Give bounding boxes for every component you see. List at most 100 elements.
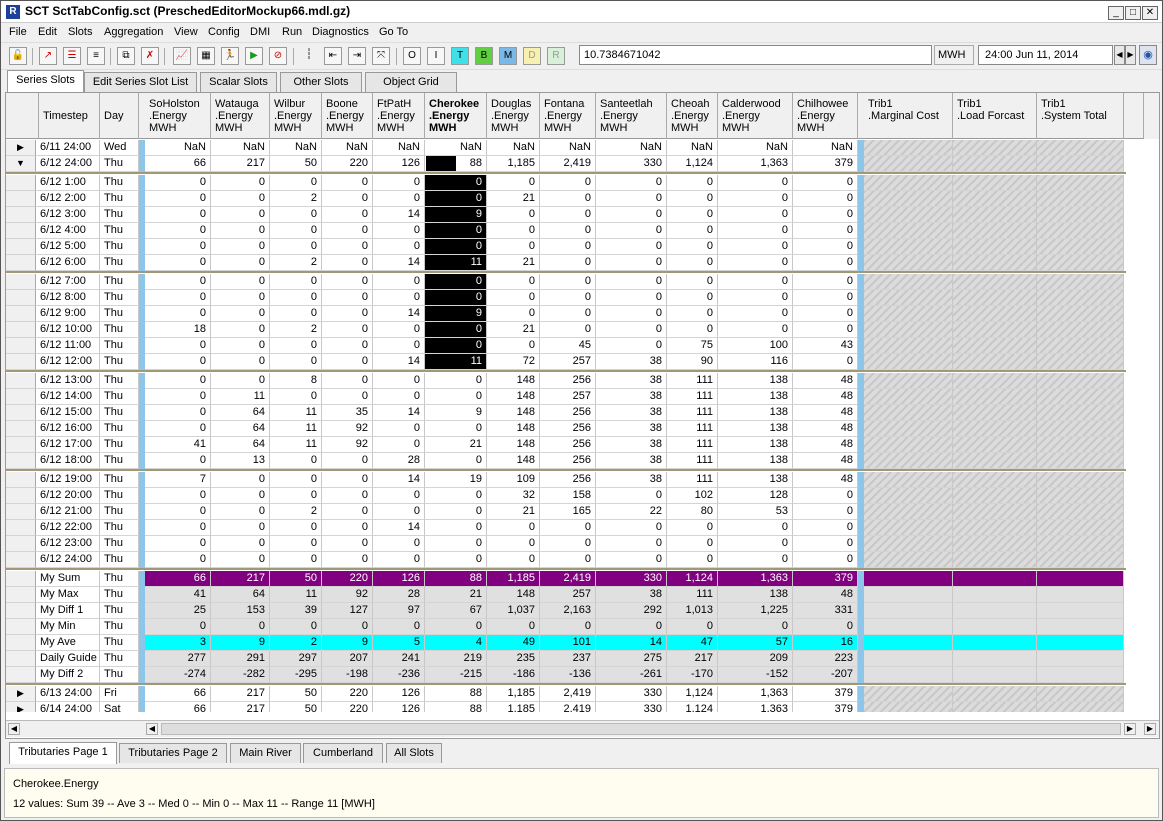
cell-trib1[interactable]: [953, 175, 1037, 191]
cell-wilbur[interactable]: -295: [270, 667, 322, 683]
cell-watauga[interactable]: 217: [211, 702, 270, 712]
cell-trib1[interactable]: [1037, 520, 1124, 536]
table-row[interactable]: 6/12 16:00 Thu 0 64 11 92 0 0 148 256 38 111 138 48: [6, 421, 1159, 437]
cell-ftpath[interactable]: 14: [373, 405, 425, 421]
cell-watauga[interactable]: 0: [211, 619, 270, 635]
table-row[interactable]: 6/12 15:00 Thu 0 64 11 35 14 9 148 256 38 111 138 48: [6, 405, 1159, 421]
cell-wilbur[interactable]: 2: [270, 191, 322, 207]
cell-cheoah[interactable]: 1,124: [667, 156, 718, 172]
scroll-left-icon-2[interactable]: ◀: [146, 723, 158, 735]
cell-douglas[interactable]: 0: [487, 239, 540, 255]
cell-chilhowee[interactable]: 0: [793, 322, 858, 338]
cell-calderwood[interactable]: 57: [718, 635, 793, 651]
cell-trib1[interactable]: [1037, 571, 1124, 587]
header-wilbur-energy[interactable]: Wilbur .Energy MWH: [270, 93, 322, 139]
cell-trib1[interactable]: [953, 156, 1037, 172]
table-row[interactable]: My Ave Thu 3 9 2 9 5 4 49 101 14 47 57 16: [6, 635, 1159, 651]
cell-trib1[interactable]: [1037, 702, 1124, 712]
cell-douglas[interactable]: 0: [487, 175, 540, 191]
cell-santeetlah[interactable]: 22: [596, 504, 667, 520]
cell-trib1[interactable]: [953, 520, 1037, 536]
cell-douglas[interactable]: 1,185: [487, 702, 540, 712]
cell-douglas[interactable]: 0: [487, 207, 540, 223]
cell-boone[interactable]: 127: [322, 603, 373, 619]
cell-calderwood[interactable]: 1,363: [718, 686, 793, 702]
table-row[interactable]: 6/12 9:00 Thu 0 0 0 0 14 9 0 0 0 0 0 0: [6, 306, 1159, 322]
cell-ftpath[interactable]: 126: [373, 156, 425, 172]
cell-calderwood[interactable]: 0: [718, 536, 793, 552]
cell-calderwood[interactable]: 138: [718, 453, 793, 469]
cell-trib1[interactable]: [864, 552, 953, 568]
cell-boone[interactable]: -198: [322, 667, 373, 683]
cell-calderwood[interactable]: -152: [718, 667, 793, 683]
header-santeetlah-energy[interactable]: Santeetlah .Energy MWH: [596, 93, 667, 139]
cell-cheoah[interactable]: 75: [667, 338, 718, 354]
cell-watauga[interactable]: 0: [211, 354, 270, 370]
tab-object-grid[interactable]: Object Grid: [365, 72, 457, 92]
cell-cheoah[interactable]: 111: [667, 472, 718, 488]
cell-douglas[interactable]: NaN: [487, 140, 540, 156]
fit-height-icon[interactable]: ⇥: [348, 47, 366, 65]
cell-wilbur[interactable]: 50: [270, 686, 322, 702]
cell-fontana[interactable]: 256: [540, 472, 596, 488]
cell-santeetlah[interactable]: 330: [596, 571, 667, 587]
cell-trib1[interactable]: [953, 290, 1037, 306]
cell-trib1[interactable]: [1037, 421, 1124, 437]
cell-trib1[interactable]: [953, 504, 1037, 520]
cell-watauga[interactable]: 0: [211, 536, 270, 552]
cell-santeetlah[interactable]: 0: [596, 520, 667, 536]
cell-trib1[interactable]: [953, 405, 1037, 421]
cell-ftpath[interactable]: 0: [373, 536, 425, 552]
cell-cherokee[interactable]: 88: [425, 702, 487, 712]
cell-douglas[interactable]: 0: [487, 223, 540, 239]
cell-chilhowee[interactable]: 379: [793, 702, 858, 712]
cell-fontana[interactable]: 0: [540, 175, 596, 191]
header-calderwood-energy[interactable]: Calderwood .Energy MWH: [718, 93, 793, 139]
cell-chilhowee[interactable]: 48: [793, 389, 858, 405]
cell-soholston[interactable]: -274: [145, 667, 211, 683]
cell-trib1[interactable]: [953, 667, 1037, 683]
cell-trib1[interactable]: [1037, 175, 1124, 191]
vertical-scrollbar[interactable]: [1144, 93, 1159, 139]
cell-calderwood[interactable]: 138: [718, 587, 793, 603]
cell-fontana[interactable]: 257: [540, 587, 596, 603]
table-row[interactable]: 6/12 13:00 Thu 0 0 8 0 0 0 148 256 38 111 138 48: [6, 373, 1159, 389]
cell-cherokee[interactable]: 0: [425, 175, 487, 191]
cell-boone[interactable]: 220: [322, 686, 373, 702]
cell-trib1[interactable]: [953, 472, 1037, 488]
cell-santeetlah[interactable]: 0: [596, 322, 667, 338]
cell-watauga[interactable]: 64: [211, 405, 270, 421]
cell-wilbur[interactable]: 0: [270, 472, 322, 488]
cell-fontana[interactable]: 0: [540, 322, 596, 338]
cell-calderwood[interactable]: 0: [718, 619, 793, 635]
table-row[interactable]: 6/12 24:00 Thu 0 0 0 0 0 0 0 0 0 0 0 0: [6, 552, 1159, 568]
cell-watauga[interactable]: 64: [211, 437, 270, 453]
cell-chilhowee[interactable]: 48: [793, 405, 858, 421]
cell-watauga[interactable]: 0: [211, 373, 270, 389]
cell-fontana[interactable]: 2,419: [540, 686, 596, 702]
cell-ftpath[interactable]: 0: [373, 223, 425, 239]
cell-cherokee[interactable]: 0: [425, 536, 487, 552]
cell-santeetlah[interactable]: 14: [596, 635, 667, 651]
cell-cheoah[interactable]: 0: [667, 175, 718, 191]
cell-trib1[interactable]: [864, 338, 953, 354]
cell-trib1[interactable]: [864, 686, 953, 702]
cell-trib1[interactable]: [953, 587, 1037, 603]
cell-ftpath[interactable]: 0: [373, 437, 425, 453]
cell-boone[interactable]: 0: [322, 306, 373, 322]
cell-trib1[interactable]: [953, 223, 1037, 239]
cell-santeetlah[interactable]: 38: [596, 405, 667, 421]
cell-calderwood[interactable]: 53: [718, 504, 793, 520]
table-row[interactable]: 6/12 10:00 Thu 18 0 2 0 0 0 21 0 0 0 0 0: [6, 322, 1159, 338]
cell-soholston[interactable]: 0: [145, 619, 211, 635]
cell-chilhowee[interactable]: 0: [793, 354, 858, 370]
cell-wilbur[interactable]: 2: [270, 635, 322, 651]
cell-trib1[interactable]: [1037, 274, 1124, 290]
cell-calderwood[interactable]: 0: [718, 223, 793, 239]
cell-cheoah[interactable]: 1,124: [667, 702, 718, 712]
cell-boone[interactable]: 0: [322, 619, 373, 635]
cell-watauga[interactable]: 217: [211, 571, 270, 587]
row-expander-icon[interactable]: ▼: [6, 156, 36, 172]
cell-douglas[interactable]: 148: [487, 437, 540, 453]
cell-calderwood[interactable]: 0: [718, 207, 793, 223]
